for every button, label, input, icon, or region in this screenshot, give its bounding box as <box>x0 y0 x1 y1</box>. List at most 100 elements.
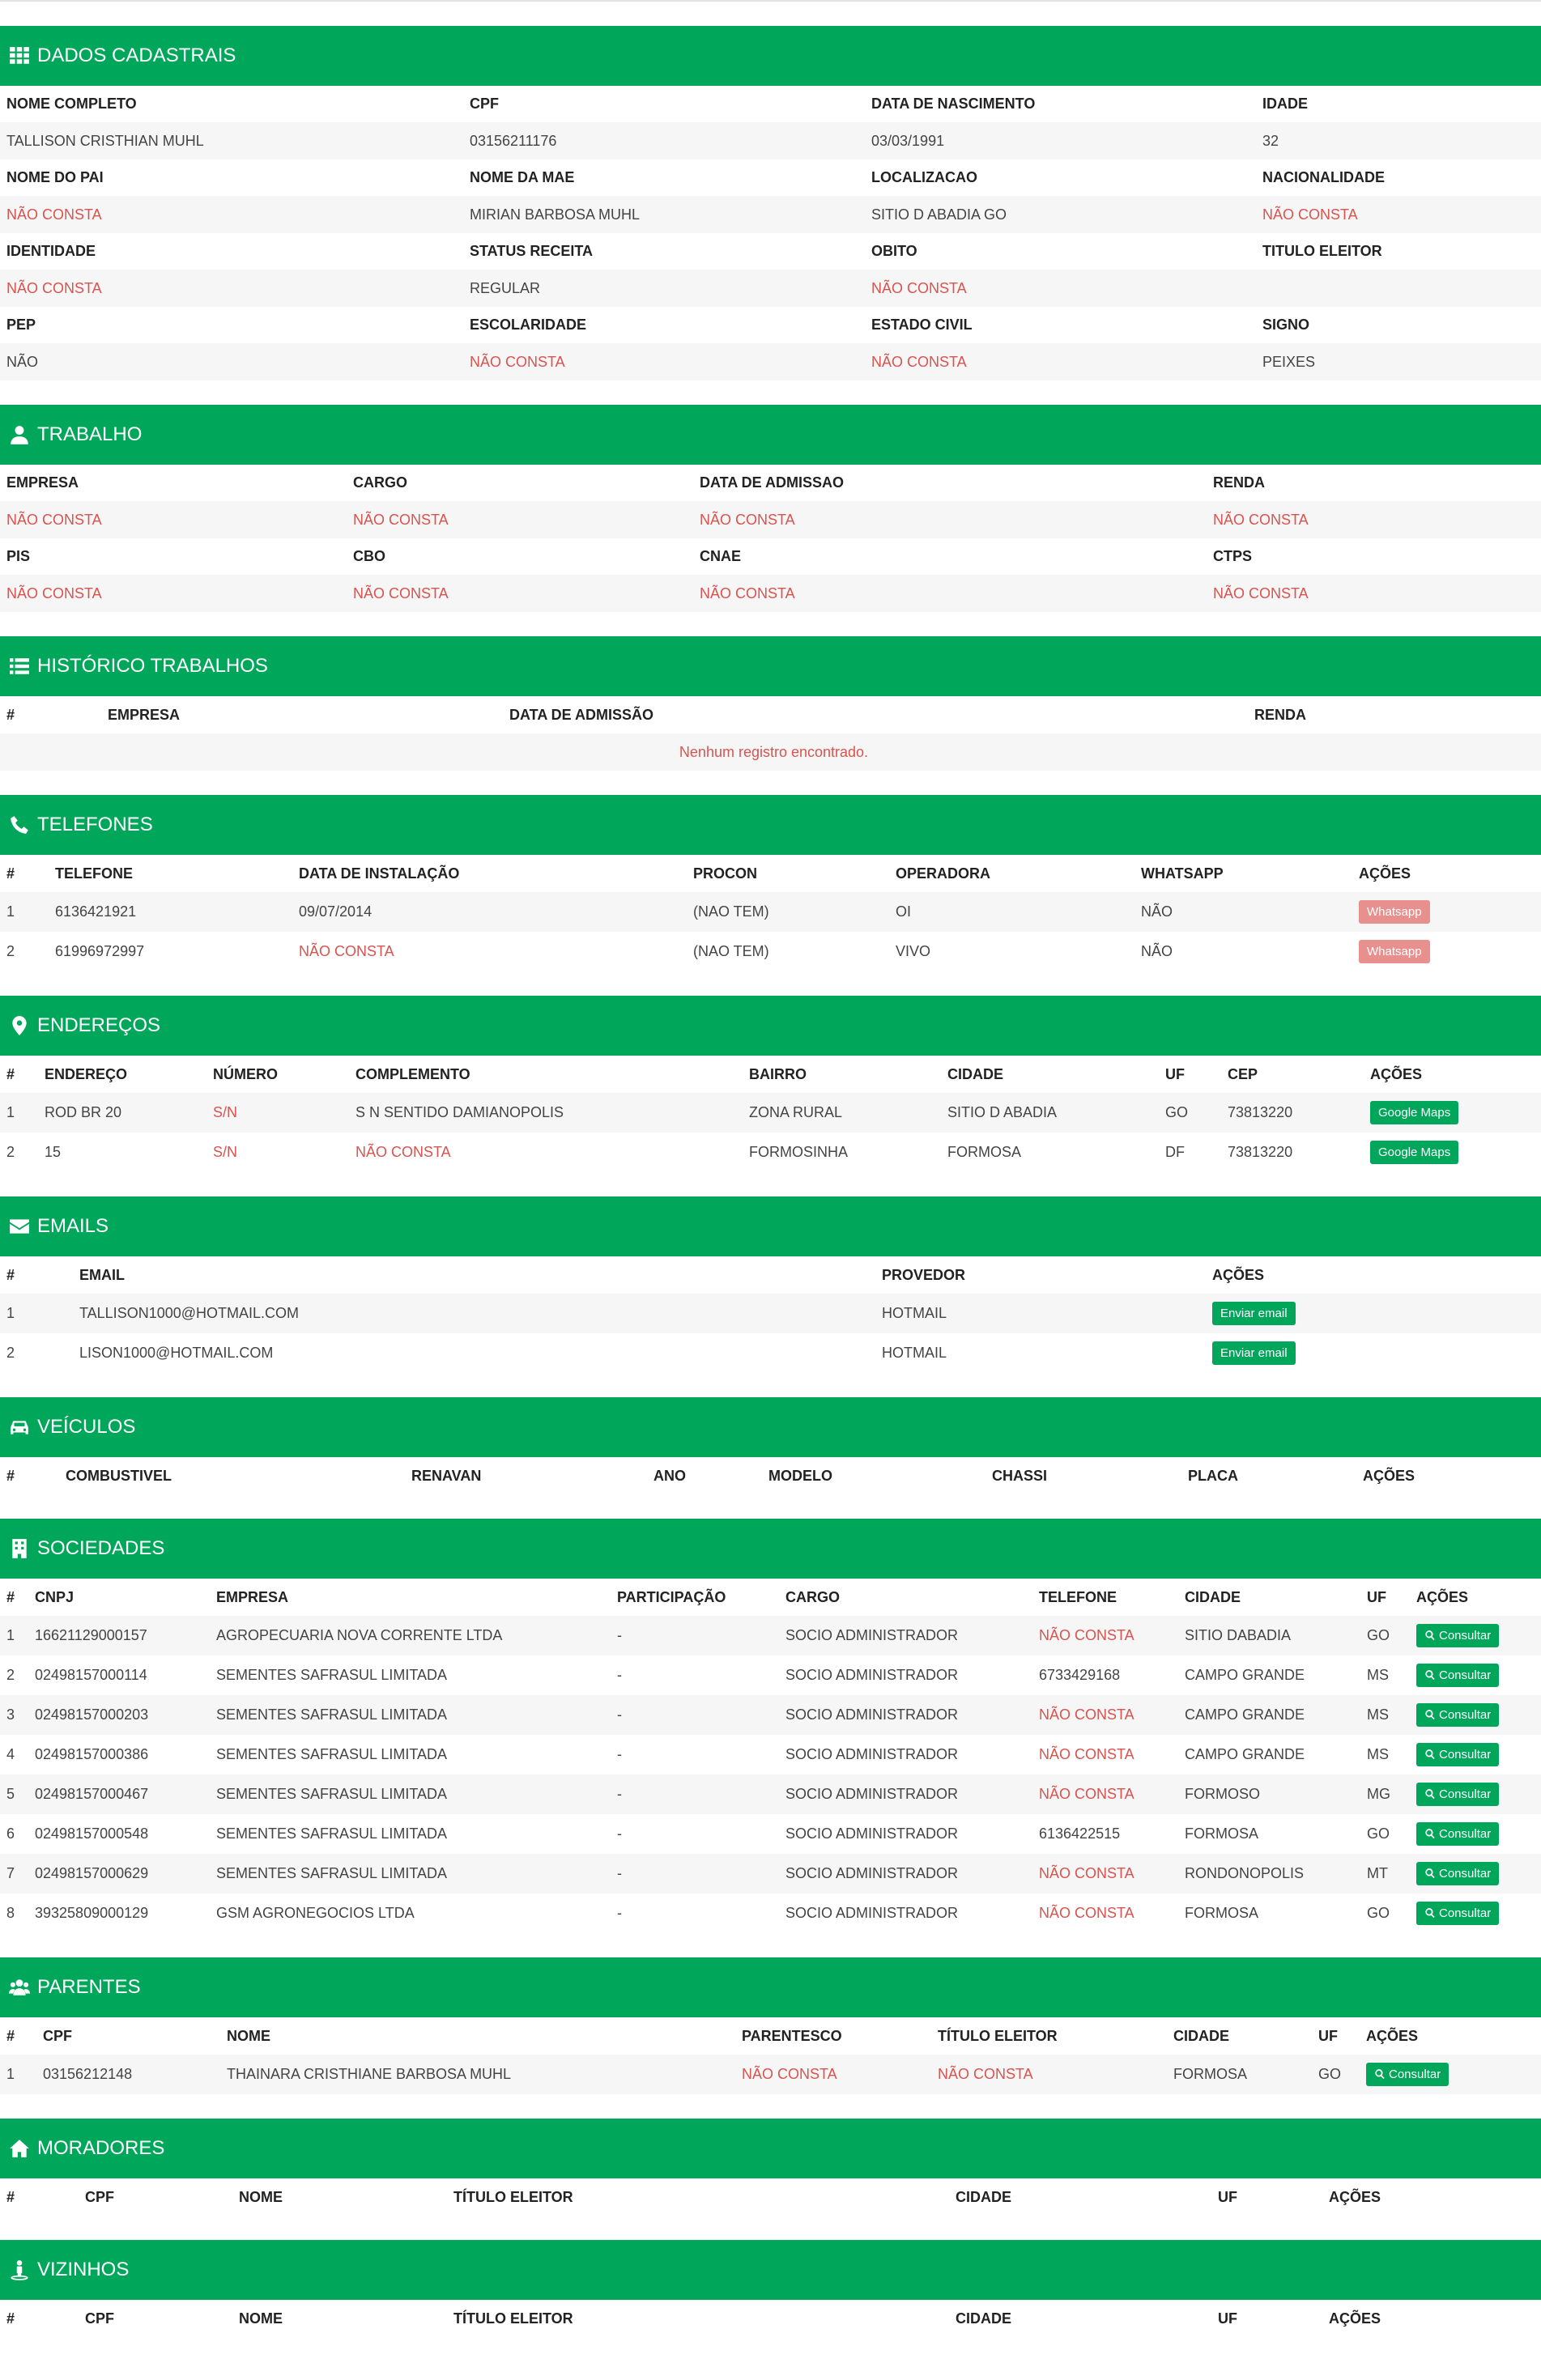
cell-uf: GO <box>1367 1825 1390 1842</box>
column-header-hash: # <box>6 2310 15 2327</box>
cell-procon: (NAO TEM) <box>687 892 889 932</box>
whatsapp-button[interactable]: Whatsapp <box>1359 900 1430 924</box>
whatsapp-button-label: Whatsapp <box>1367 905 1422 919</box>
cell-telefone: NÃO CONSTA <box>1032 1854 1178 1893</box>
phone-icon <box>8 814 31 836</box>
consultar-button[interactable]: Consultar <box>1416 1902 1500 1925</box>
section-historico-trabalhos: HISTÓRICO TRABALHOS # EMPRESA DATA DE ADMI… <box>0 636 1541 771</box>
column-header-uf: UF <box>1165 1065 1185 1082</box>
section-title: MORADORES <box>37 2137 165 2159</box>
column-header-ano: ANO <box>653 1467 686 1484</box>
column-header-nome: NOME <box>227 2027 270 2044</box>
cell-operadora: OI <box>889 892 1134 932</box>
google-maps-button[interactable]: Google Maps <box>1370 1141 1459 1164</box>
section-parentes: PARENTES # CPF NOME PARENTESCO TÍTULO ELEITO… <box>0 1957 1541 2094</box>
building-icon <box>8 1537 31 1560</box>
field-value-nome-completo: TALLISON CRISTHIAN MUHL <box>0 122 463 159</box>
section-dados-cadastrais: DADOS CADASTRAIS NOME COMPLETO CPF DATA DE… <box>0 26 1541 380</box>
column-header-procon: PROCON <box>693 865 758 882</box>
consultar-button-label: Consultar <box>1439 1629 1492 1643</box>
list-icon <box>8 655 31 678</box>
google-maps-button[interactable]: Google Maps <box>1370 1101 1459 1124</box>
consultar-button[interactable]: Consultar <box>1416 1783 1500 1806</box>
consultar-button[interactable]: Consultar <box>1416 1822 1500 1846</box>
cell-cargo: SOCIO ADMINISTRADOR <box>785 1667 959 1683</box>
cell-endereco: 15 <box>45 1144 62 1160</box>
cell-hash: 5 <box>0 1774 28 1814</box>
section-title: TRABALHO <box>37 423 143 445</box>
table-row: 7 02498157000629 SEMENTES SAFRASUL LIMITAD… <box>0 1854 1541 1893</box>
field-label-cbo: CBO <box>353 548 385 564</box>
cell-uf: GO <box>1367 1905 1390 1921</box>
cell-cnpj: 02498157000548 <box>35 1825 149 1842</box>
field-value-cargo: NÃO CONSTA <box>347 501 693 538</box>
field-value-cnae: NÃO CONSTA <box>693 575 1207 612</box>
consultar-button[interactable]: Consultar <box>1416 1624 1500 1647</box>
consultar-button[interactable]: Consultar <box>1416 1664 1500 1687</box>
table-row: 6 02498157000548 SEMENTES SAFRASUL LIMITAD… <box>0 1814 1541 1854</box>
column-header-acoes: AÇÕES <box>1363 1467 1415 1484</box>
send-email-button[interactable]: Enviar email <box>1212 1302 1296 1325</box>
column-header-uf: UF <box>1218 2188 1237 2205</box>
cell-hash: 2 <box>6 1667 15 1683</box>
google-maps-button-label: Google Maps <box>1378 1106 1451 1120</box>
column-header-numero: NÚMERO <box>213 1065 278 1082</box>
column-header-hash: # <box>6 706 15 723</box>
column-header-acoes: AÇÕES <box>1212 1266 1265 1283</box>
column-header-uf: UF <box>1218 2310 1237 2327</box>
actions-cell: Google Maps <box>1364 1093 1541 1133</box>
column-header-email: EMAIL <box>79 1266 125 1283</box>
column-header-nome: NOME <box>239 2188 283 2205</box>
consultar-button-label: Consultar <box>1439 1906 1492 1920</box>
cell-participacao: - <box>611 1695 779 1735</box>
section-moradores: MORADORES # CPF NOME TÍTULO ELEITOR CIDADE UF… <box>0 2119 1541 2216</box>
field-label-nacionalidade: NACIONALIDADE <box>1262 169 1385 185</box>
field-label-data-de-admissao: DATA DE ADMISSAO <box>700 474 844 491</box>
cell-email: LISON1000@HOTMAIL.COM <box>79 1345 274 1361</box>
consultar-button[interactable]: Consultar <box>1416 1703 1500 1727</box>
cell-hash: 2 <box>6 1144 15 1160</box>
cell-hash: 1 <box>0 1294 73 1333</box>
column-header-hash: # <box>6 1266 15 1283</box>
column-header-renda: RENDA <box>1254 706 1307 723</box>
field-label-escolaridade: ESCOLARIDADE <box>470 317 587 333</box>
field-value-ctps: NÃO CONSTA <box>1207 575 1541 612</box>
field-value-status-receita: REGULAR <box>463 270 865 307</box>
whatsapp-button-label: Whatsapp <box>1367 945 1422 958</box>
emails-table: # EMAIL PROVEDOR AÇÕES 1 TALLISON1000@HOTMAI… <box>0 1256 1541 1373</box>
section-header: SOCIEDADES <box>0 1519 1541 1579</box>
cell-telefone: 6733429168 <box>1039 1667 1121 1683</box>
consultar-button[interactable]: Consultar <box>1416 1862 1500 1885</box>
field-value-estado-civil: NÃO CONSTA <box>865 343 1256 380</box>
section-header: DADOS CADASTRAIS <box>0 26 1541 86</box>
field-value-nacionalidade: NÃO CONSTA <box>1256 196 1541 233</box>
cell-cpf: 03156212148 <box>36 2055 220 2094</box>
field-label-status-receita: STATUS RECEITA <box>470 243 593 259</box>
whatsapp-button[interactable]: Whatsapp <box>1359 940 1430 963</box>
cell-uf: GO <box>1360 1616 1410 1655</box>
column-header-operadora: OPERADORA <box>896 865 991 882</box>
table-row: 2 02498157000114 SEMENTES SAFRASUL LIMITAD… <box>0 1655 1541 1695</box>
section-header: VEÍCULOS <box>0 1397 1541 1457</box>
field-value-cpf: 03156211176 <box>463 122 865 159</box>
consultar-button[interactable]: Consultar <box>1416 1743 1500 1766</box>
column-header-titulo-eleitor: TÍTULO ELEITOR <box>453 2188 573 2205</box>
cell-parentesco: NÃO CONSTA <box>735 2055 931 2094</box>
actions-cell: Consultar <box>1410 1616 1541 1655</box>
cell-empresa: GSM AGRONEGOCIOS LTDA <box>216 1905 415 1921</box>
field-value-empresa: NÃO CONSTA <box>0 501 347 538</box>
veiculos-table: # COMBUSTIVEL RENAVAN ANO MODELO CHASSI PLACA A… <box>0 1457 1541 1494</box>
trabalho-table: EMPRESA CARGO DATA DE ADMISSAO RENDA NÃO CON… <box>0 465 1541 612</box>
consultar-button-label: Consultar <box>1439 1867 1492 1881</box>
column-header-complemento: COMPLEMENTO <box>355 1065 470 1082</box>
send-email-button[interactable]: Enviar email <box>1212 1341 1296 1365</box>
field-value-data-de-nascimento: 03/03/1991 <box>865 122 1256 159</box>
section-title: HISTÓRICO TRABALHOS <box>37 655 268 677</box>
cell-bairro: FORMOSINHA <box>749 1144 849 1160</box>
cell-cnpj: 02498157000467 <box>28 1774 210 1814</box>
consultar-button[interactable]: Consultar <box>1366 2063 1449 2086</box>
cell-empresa: SEMENTES SAFRASUL LIMITADA <box>210 1774 611 1814</box>
cell-procon: (NAO TEM) <box>693 943 769 959</box>
home-icon <box>8 2137 31 2160</box>
section-title: ENDEREÇOS <box>37 1014 161 1036</box>
